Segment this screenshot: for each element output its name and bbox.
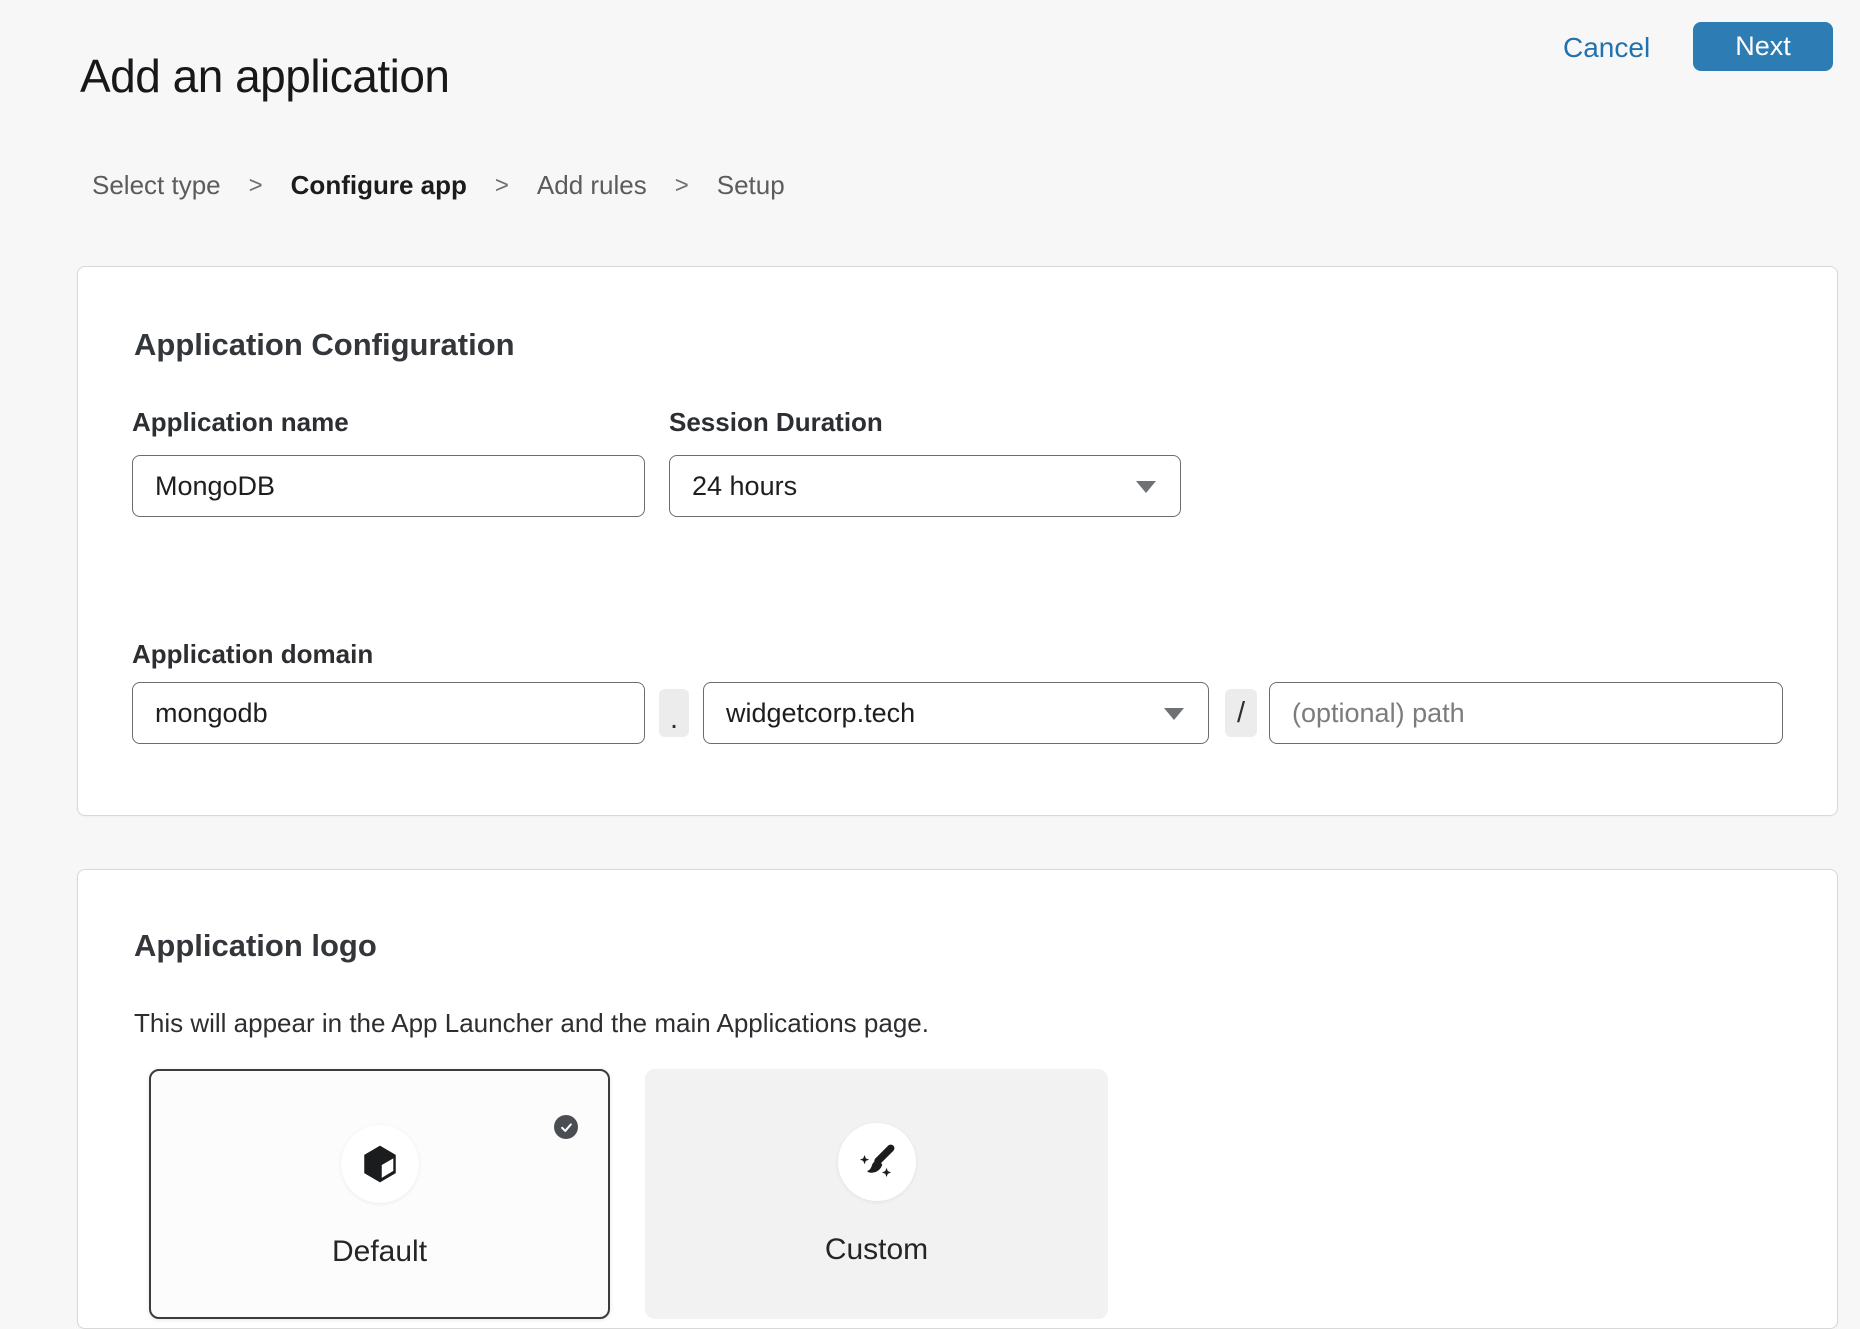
session-duration-label: Session Duration	[669, 407, 883, 438]
domain-select[interactable]: widgetcorp.tech	[703, 682, 1209, 744]
breadcrumb-separator: >	[675, 172, 689, 200]
subdomain-input[interactable]	[132, 682, 645, 744]
application-logo-card: Application logo This will appear in the…	[77, 869, 1838, 1329]
logo-option-default[interactable]: Default	[149, 1069, 610, 1319]
breadcrumb: Select type > Configure app > Add rules …	[92, 170, 785, 201]
breadcrumb-separator: >	[249, 172, 263, 200]
application-domain-label: Application domain	[132, 639, 373, 670]
breadcrumb-separator: >	[495, 172, 509, 200]
next-button[interactable]: Next	[1693, 22, 1833, 71]
cancel-button[interactable]: Cancel	[1563, 32, 1650, 64]
selected-check-badge	[554, 1115, 578, 1139]
logo-heading: Application logo	[134, 928, 377, 964]
custom-logo-circle	[838, 1123, 916, 1201]
session-duration-value: 24 hours	[692, 471, 797, 502]
page-title: Add an application	[80, 49, 450, 103]
dot-separator: .	[659, 689, 689, 737]
logo-option-label: Default	[332, 1235, 427, 1269]
check-icon	[559, 1120, 574, 1135]
logo-description: This will appear in the App Launcher and…	[134, 1008, 929, 1039]
path-input[interactable]	[1269, 682, 1783, 744]
chevron-down-icon	[1136, 481, 1156, 493]
breadcrumb-step-configure-app[interactable]: Configure app	[291, 170, 467, 201]
logo-option-custom[interactable]: Custom	[645, 1069, 1108, 1319]
chevron-down-icon	[1164, 708, 1184, 720]
domain-value: widgetcorp.tech	[726, 698, 915, 729]
configuration-heading: Application Configuration	[134, 327, 515, 363]
application-configuration-card: Application Configuration Application na…	[77, 266, 1838, 816]
slash-separator: /	[1225, 689, 1257, 737]
default-logo-circle	[341, 1125, 419, 1203]
breadcrumb-step-setup[interactable]: Setup	[717, 170, 785, 201]
breadcrumb-step-add-rules[interactable]: Add rules	[537, 170, 647, 201]
paintbrush-icon	[855, 1140, 899, 1184]
application-name-input[interactable]	[132, 455, 645, 517]
breadcrumb-step-select-type[interactable]: Select type	[92, 170, 221, 201]
cube-icon	[359, 1143, 401, 1185]
logo-option-label: Custom	[825, 1233, 928, 1267]
session-duration-select[interactable]: 24 hours	[669, 455, 1181, 517]
application-name-label: Application name	[132, 407, 669, 438]
